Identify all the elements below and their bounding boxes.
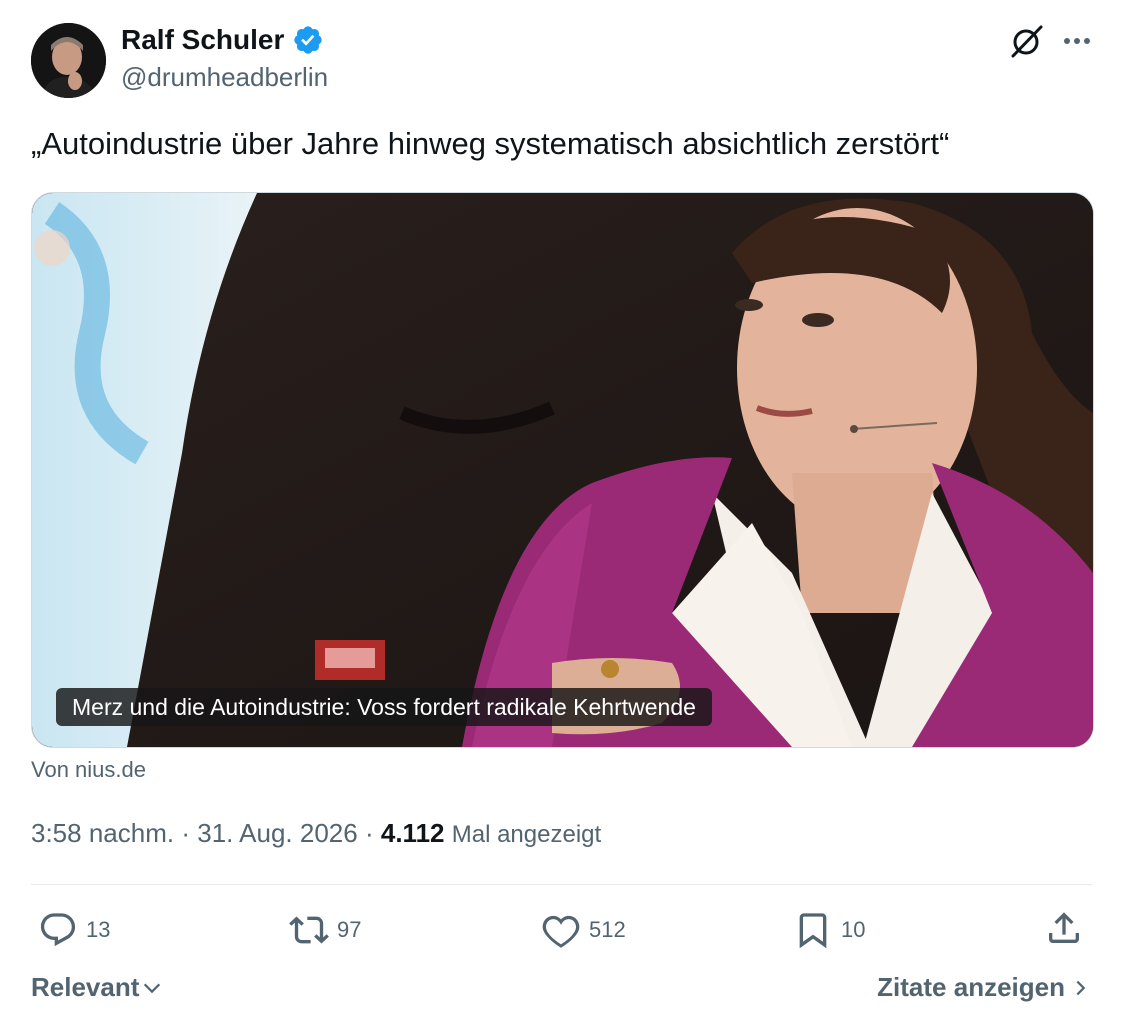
verified-badge-icon — [294, 26, 323, 54]
meta-separator: · — [181, 818, 190, 848]
reply-button[interactable]: 13 — [38, 908, 110, 952]
retweet-count: 97 — [337, 917, 362, 942]
retweet-button[interactable]: 97 — [289, 908, 361, 952]
media-photo — [32, 193, 1093, 747]
bookmark-count: 10 — [841, 917, 866, 942]
tweet-text: „Autoindustrie über Jahre hinweg systema… — [31, 126, 950, 161]
heart-icon — [542, 915, 580, 948]
author-name-row[interactable]: Ralf Schuler — [121, 24, 324, 56]
quotes-label: Zitate anzeigen — [877, 972, 1065, 1002]
retweet-arrows-icon — [289, 916, 329, 944]
views-label: Mal angezeigt — [451, 821, 602, 848]
divider — [31, 884, 1092, 885]
like-button[interactable]: 512 — [541, 908, 626, 952]
chevron-right-icon — [1076, 980, 1086, 995]
chevron-down-icon — [144, 983, 161, 993]
tweet-date[interactable]: 31. Aug. 2026 — [197, 818, 357, 848]
tweet-time[interactable]: 3:58 nachm. — [31, 818, 174, 848]
view-quotes-link[interactable]: Zitate anzeigen — [877, 972, 1089, 1003]
media-card[interactable]: Merz und die Autoindustrie: Voss fordert… — [31, 192, 1094, 748]
share-upload-icon[interactable] — [1044, 908, 1084, 948]
meta-separator: · — [364, 818, 374, 848]
like-count: 512 — [589, 917, 626, 942]
reply-bubble-icon — [40, 913, 76, 947]
avatar-photo — [31, 23, 106, 98]
media-caption: Merz und die Autoindustrie: Voss fordert… — [56, 688, 712, 726]
author-name[interactable]: Ralf Schuler — [121, 24, 284, 56]
tweet-meta: 3:58 nachm. · 31. Aug. 2026 · 4.112 Mal … — [31, 818, 601, 849]
author-avatar[interactable] — [31, 23, 106, 98]
bookmark-button[interactable]: 10 — [793, 908, 865, 952]
bookmark-icon — [799, 913, 827, 949]
grok-slash-icon[interactable] — [1006, 22, 1046, 62]
sort-dropdown[interactable]: Relevant — [31, 972, 163, 1003]
more-dots-icon[interactable] — [1057, 24, 1097, 58]
reply-count: 13 — [86, 917, 111, 942]
link-source[interactable]: Von nius.de — [31, 757, 146, 783]
author-handle[interactable]: @drumheadberlin — [121, 62, 328, 93]
views-count: 4.112 — [380, 818, 445, 848]
sort-label: Relevant — [31, 972, 140, 1002]
